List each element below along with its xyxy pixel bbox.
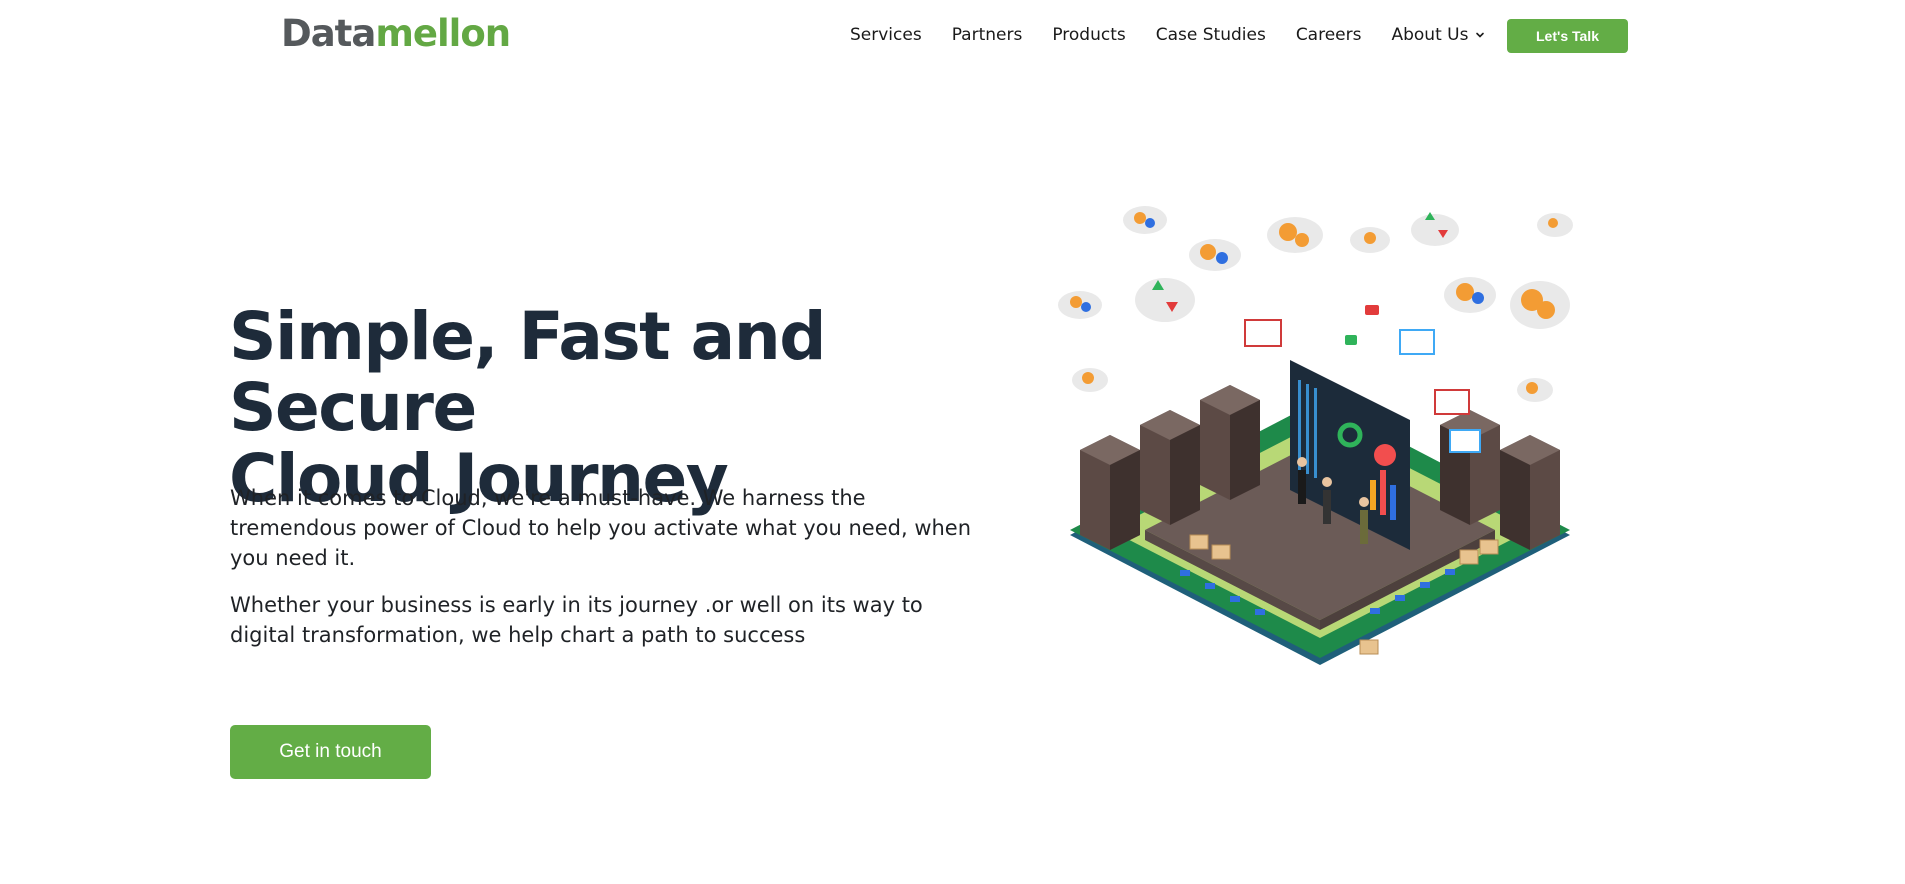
nav-services[interactable]: Services (850, 24, 922, 46)
hero-paragraph-2: Whether your business is early in its jo… (230, 593, 923, 647)
hero-illustration (1058, 206, 1573, 665)
main-nav: Services Partners Products Case Studies … (850, 24, 1485, 46)
hero-title-line1: Simple, Fast and Secure (229, 298, 826, 446)
get-in-touch-button[interactable]: Get in touch (230, 725, 431, 779)
nav-about-us-label: About Us (1391, 25, 1469, 45)
chevron-down-icon (1476, 32, 1485, 38)
brand-logo[interactable]: Datamellon (281, 12, 511, 56)
nav-partners[interactable]: Partners (952, 24, 1023, 46)
hero-paragraph-1: When it comes to Cloud, we're a must-hav… (230, 486, 972, 570)
nav-careers[interactable]: Careers (1296, 24, 1362, 46)
nav-products[interactable]: Products (1052, 24, 1125, 46)
nav-case-studies[interactable]: Case Studies (1156, 24, 1266, 46)
logo-text-data: Data (281, 12, 376, 55)
lets-talk-button[interactable]: Let's Talk (1507, 19, 1628, 53)
logo-text-mellon: mellon (375, 12, 511, 55)
nav-about-us[interactable]: About Us (1391, 24, 1485, 46)
